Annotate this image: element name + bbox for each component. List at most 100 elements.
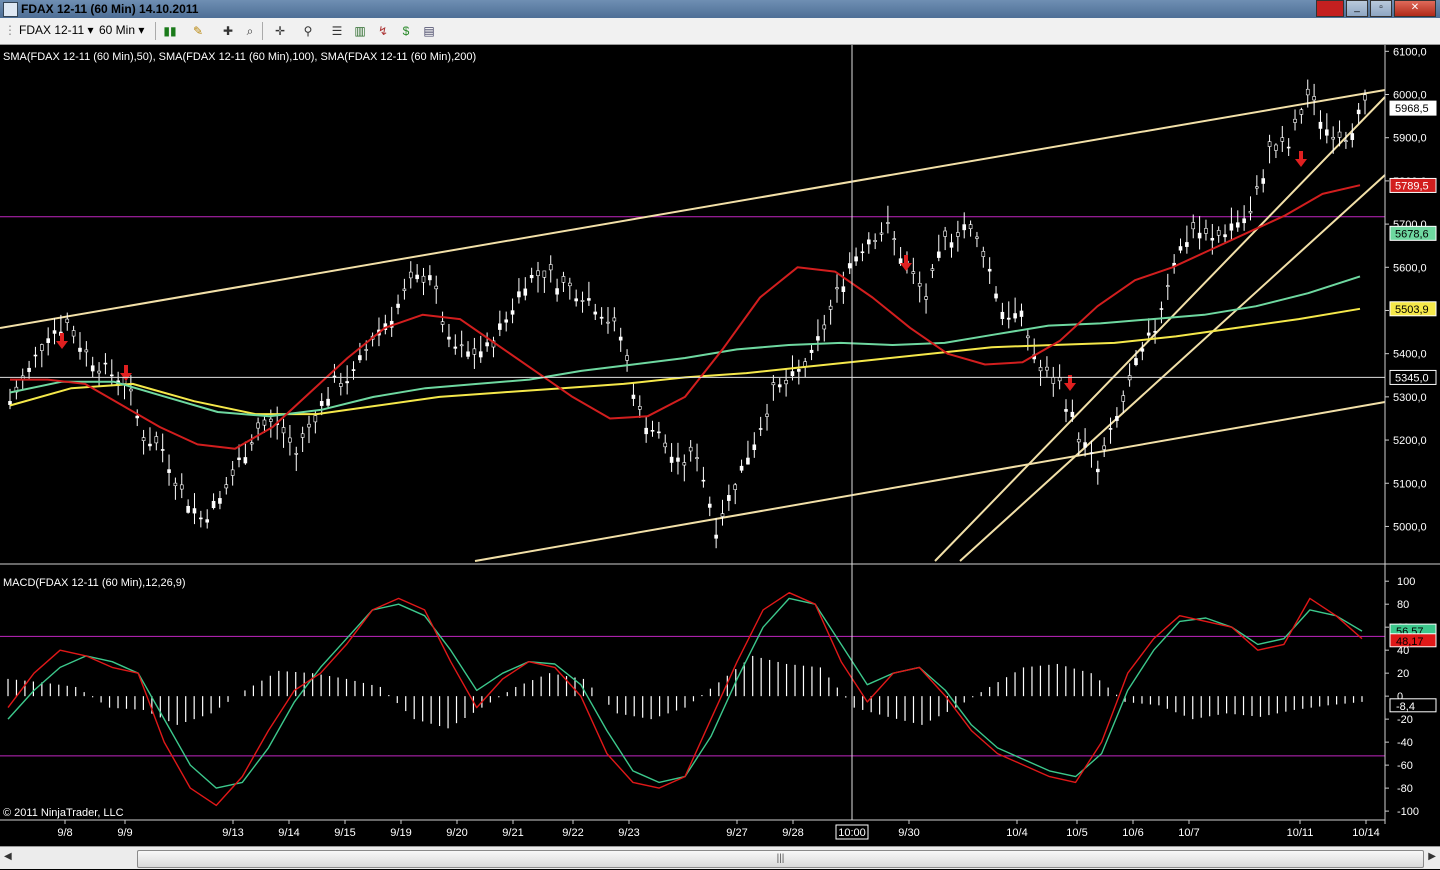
price-tick-label: 6000,0 (1393, 90, 1427, 102)
macd-panel-label: MACD(FDAX 12-11 (60 Min),12,26,9) (3, 577, 186, 589)
properties-icon[interactable]: ☰ (329, 23, 345, 39)
minimize-button[interactable]: _ (1346, 0, 1368, 17)
strategies-icon[interactable]: ↯ (375, 23, 391, 39)
price-bar-body (402, 288, 407, 291)
price-bar-body (211, 500, 216, 509)
price-bar-body (256, 422, 260, 429)
sell-signal-arrow (1295, 151, 1307, 167)
scroll-right-icon[interactable]: ▶ (1428, 851, 1436, 862)
price-bar-body (975, 236, 979, 239)
date-tick-label: 9/27 (726, 827, 747, 839)
price-bar-body (841, 286, 846, 292)
macd-signal-line (7, 597, 1363, 789)
price-bar-body (1331, 137, 1335, 140)
price-bar-body (612, 317, 617, 322)
price-bar-body (1197, 232, 1202, 239)
price-bar-body (109, 374, 114, 377)
price-bar-body (930, 268, 935, 271)
price-bar-body (1121, 395, 1126, 402)
price-bar-body (828, 305, 833, 310)
toolbar-separator (262, 22, 263, 40)
search-icon[interactable]: ⚲ (300, 23, 316, 39)
price-bar-body (568, 282, 572, 287)
trend-line (959, 174, 1386, 562)
price-bar-body (199, 517, 203, 520)
price-bar-body (752, 444, 757, 451)
price-bar-body (669, 456, 674, 463)
arrow-head (1064, 383, 1076, 391)
price-bar-body (294, 453, 299, 455)
price-bar-body (797, 369, 801, 372)
price-bar-body (1153, 331, 1157, 333)
chart-area[interactable]: 5000,05100,05200,05300,05400,05500,05600… (0, 45, 1440, 846)
price-bar-body (249, 442, 254, 445)
horizontal-scrollbar[interactable]: ◀ ||| ▶ (0, 846, 1440, 869)
price-bar-body (78, 347, 82, 352)
price-bar-body (536, 270, 540, 276)
scrollbar-thumb[interactable]: ||| (137, 850, 1424, 868)
bar-type-icon[interactable]: ▮▮ (162, 23, 178, 39)
price-bar-body (867, 239, 871, 245)
price-bar-body (898, 258, 903, 264)
pencil-icon[interactable]: ✎ (190, 23, 206, 39)
close-button[interactable]: ✕ (1394, 0, 1436, 17)
price-bar-body (1019, 310, 1024, 317)
price-bar-body (224, 484, 229, 489)
price-bar-body (860, 251, 865, 254)
copyright-text: © 2011 NinjaTrader, LLC (3, 807, 124, 819)
macd-tick-label: -40 (1397, 737, 1413, 749)
draw-tool-icon[interactable]: ✚ (220, 23, 236, 39)
price-bar-body (847, 263, 852, 269)
period-selector[interactable]: 60 Min ▾ (99, 23, 144, 37)
price-bar-body (1325, 129, 1329, 136)
toolbar-separator (155, 22, 156, 40)
price-bar-body (237, 457, 241, 461)
price-bar-body (949, 242, 954, 248)
scroll-left-icon[interactable]: ◀ (4, 851, 12, 862)
crosshair-time-label: 10:00 (838, 827, 866, 839)
price-bar-body (1108, 428, 1113, 430)
price-bar-body (173, 482, 178, 487)
price-tick-label: 5400,0 (1393, 349, 1427, 361)
price-bar-body (765, 413, 769, 417)
money-icon[interactable]: $ (398, 23, 414, 39)
price-bar-body (1293, 118, 1297, 123)
date-tick-label: 10/11 (1287, 827, 1314, 839)
date-tick-label: 10/14 (1352, 827, 1380, 839)
indicators-icon[interactable]: ▥ (352, 23, 368, 39)
macd-tick-label: 80 (1397, 599, 1409, 611)
price-bar-body (1191, 222, 1196, 230)
price-bar-body (1102, 445, 1106, 450)
trend-line (474, 401, 1386, 562)
price-bar-body (809, 349, 814, 353)
instrument-selector[interactable]: FDAX 12-11 ▾ (19, 23, 94, 37)
price-bar-body (727, 495, 731, 501)
price-bar-body (1337, 131, 1342, 138)
price-bar-body (1064, 409, 1068, 412)
price-bar-body (447, 336, 451, 340)
price-tick-label: 5100,0 (1393, 478, 1427, 490)
price-bar-body (720, 513, 725, 517)
price-bar-body (1159, 308, 1164, 310)
maximize-button[interactable]: ▫ (1370, 0, 1392, 17)
price-bar-body (548, 264, 553, 271)
price-bar-body (262, 419, 267, 426)
price-bar-body (599, 316, 604, 319)
price-bar-body (886, 222, 890, 224)
price-bar-body (1235, 222, 1240, 228)
crosshair-icon[interactable]: ✛ (272, 23, 288, 39)
alert-button[interactable] (1316, 0, 1344, 17)
price-bar-body (186, 505, 190, 513)
macd-value-label: 48,17 (1396, 636, 1424, 648)
date-tick-label: 9/30 (898, 827, 919, 839)
price-bar-body (71, 330, 76, 337)
data-box-icon[interactable]: ▤ (421, 23, 437, 39)
price-bar-body (1070, 411, 1075, 417)
price-bar-body (358, 355, 362, 361)
price-bar-body (1038, 367, 1043, 372)
price-bar-body (956, 232, 960, 237)
price-bar-body (1083, 442, 1087, 448)
zoom-icon[interactable]: ⌕ (242, 23, 258, 39)
price-bar-body (103, 362, 108, 365)
price-bar-body (485, 342, 489, 347)
